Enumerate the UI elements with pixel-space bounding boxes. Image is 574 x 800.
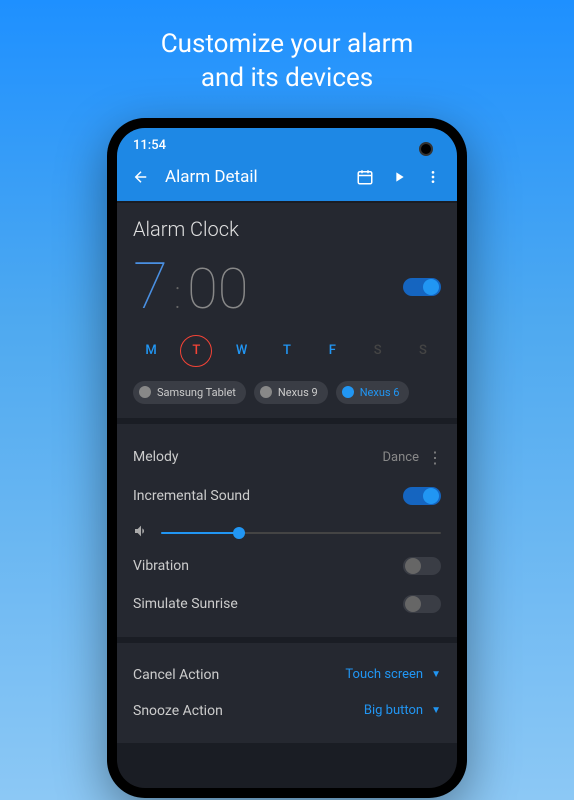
volume-row xyxy=(133,515,441,547)
day-tue[interactable]: T xyxy=(180,335,212,367)
device-chip-samsung-tablet[interactable]: Samsung Tablet xyxy=(133,381,246,404)
status-time: 11:54 xyxy=(133,138,166,153)
vibration-label: Vibration xyxy=(133,558,189,574)
cancel-action-value: Touch screen ▼ xyxy=(345,667,441,682)
melody-label: Melody xyxy=(133,449,179,465)
snooze-action-row[interactable]: Snooze Action Big button ▼ xyxy=(133,693,441,729)
chevron-down-icon: ▼ xyxy=(431,669,441,680)
vibration-toggle[interactable] xyxy=(403,557,441,575)
actions-card: Cancel Action Touch screen ▼ Snooze Acti… xyxy=(117,643,457,743)
alarm-title: Alarm Clock xyxy=(133,217,441,241)
vibration-row: Vibration xyxy=(133,547,441,585)
day-thu[interactable]: T xyxy=(271,335,303,367)
sunrise-row: Simulate Sunrise xyxy=(133,585,441,623)
melody-row[interactable]: Melody Dance ⋮ xyxy=(133,438,441,477)
time-colon: : xyxy=(174,271,181,318)
melody-value: Dance ⋮ xyxy=(383,448,441,467)
more-icon[interactable] xyxy=(423,167,443,187)
device-chip-nexus-9[interactable]: Nexus 9 xyxy=(254,381,328,404)
chip-dot xyxy=(139,386,151,398)
day-sat[interactable]: S xyxy=(362,335,394,367)
more-dots-icon[interactable]: ⋮ xyxy=(427,448,441,467)
incremental-toggle[interactable] xyxy=(403,487,441,505)
day-fri[interactable]: F xyxy=(316,335,348,367)
sunrise-toggle[interactable] xyxy=(403,595,441,613)
incremental-row: Incremental Sound xyxy=(133,477,441,515)
promo-title: Customize your alarm and its devices xyxy=(161,28,414,96)
chip-dot xyxy=(260,386,272,398)
chevron-down-icon: ▼ xyxy=(431,705,441,716)
device-chips: Samsung Tablet Nexus 9 Nexus 6 xyxy=(133,381,441,404)
volume-icon xyxy=(133,523,149,543)
time-minute: 00 xyxy=(187,261,248,317)
sunrise-label: Simulate Sunrise xyxy=(133,596,238,612)
phone-screen: 11:54 Alarm Detail Alarm Clock xyxy=(117,128,457,788)
cancel-action-label: Cancel Action xyxy=(133,667,219,683)
camera-hole xyxy=(419,142,433,156)
volume-slider[interactable] xyxy=(161,532,441,534)
play-icon[interactable] xyxy=(389,167,409,187)
alarm-card: Alarm Clock 7 : 00 M T W T F xyxy=(117,203,457,418)
device-chip-nexus-6[interactable]: Nexus 6 xyxy=(336,381,410,404)
day-mon[interactable]: M xyxy=(135,335,167,367)
back-button[interactable] xyxy=(131,167,151,187)
sound-card: Melody Dance ⋮ Incremental Sound xyxy=(117,424,457,637)
cancel-action-row[interactable]: Cancel Action Touch screen ▼ xyxy=(133,657,441,693)
calendar-icon[interactable] xyxy=(355,167,375,187)
snooze-action-label: Snooze Action xyxy=(133,703,223,719)
incremental-label: Incremental Sound xyxy=(133,488,250,504)
chip-dot xyxy=(342,386,354,398)
day-wed[interactable]: W xyxy=(226,335,258,367)
alarm-enable-toggle[interactable] xyxy=(403,278,441,296)
app-bar: Alarm Detail xyxy=(117,157,457,201)
snooze-action-value: Big button ▼ xyxy=(364,703,441,718)
days-row: M T W T F S S xyxy=(133,335,441,367)
day-sun[interactable]: S xyxy=(407,335,439,367)
time-picker[interactable]: 7 : 00 xyxy=(133,255,248,319)
page-title: Alarm Detail xyxy=(165,167,341,187)
status-bar: 11:54 xyxy=(117,128,457,157)
time-hour: 7 xyxy=(133,255,168,319)
phone-frame: 11:54 Alarm Detail Alarm Clock xyxy=(107,118,467,798)
